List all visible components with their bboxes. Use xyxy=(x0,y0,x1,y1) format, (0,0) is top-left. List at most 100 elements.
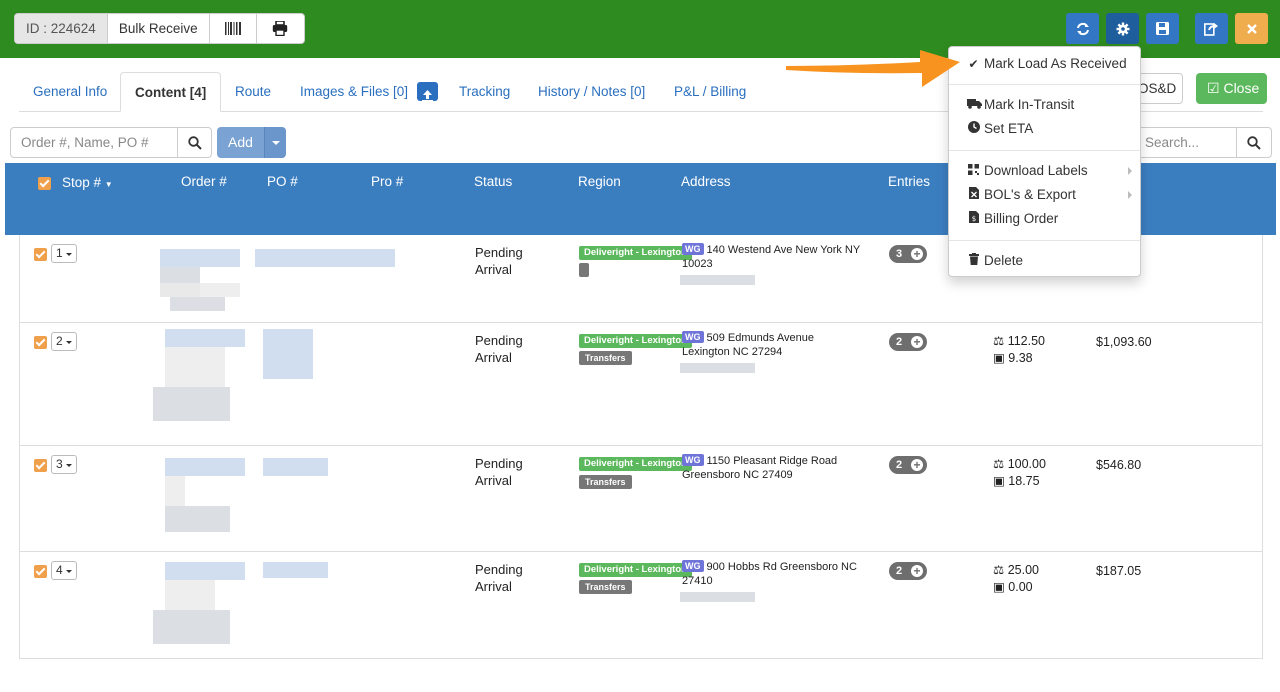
redacted-order xyxy=(165,476,185,506)
stop-dropdown[interactable]: 3 xyxy=(51,455,77,474)
menu-delete[interactable]: Delete xyxy=(967,253,1023,268)
trash-icon xyxy=(967,253,980,268)
header-stop-sort[interactable]: Stop # ▼ xyxy=(62,175,113,190)
right-search-button[interactable] xyxy=(1236,127,1272,158)
balance-scale-icon: ⚖ xyxy=(993,334,1005,348)
balance-scale-icon: ⚖ xyxy=(993,563,1005,577)
redacted-po xyxy=(263,458,328,476)
address-text: WG 509 Edmunds Avenue Lexington NC 27294 xyxy=(682,331,814,358)
header-status[interactable]: Status xyxy=(474,174,512,189)
menu-billing-order[interactable]: $ Billing Order xyxy=(967,211,1058,226)
close-button-label: Close xyxy=(1223,80,1260,96)
tab-route[interactable]: Route xyxy=(235,72,271,112)
header-order[interactable]: Order # xyxy=(181,174,227,189)
entries-badge[interactable]: 2 xyxy=(889,333,927,351)
header-po[interactable]: PO # xyxy=(267,174,298,189)
bulk-receive-button[interactable]: Bulk Receive xyxy=(108,14,210,43)
tab-tracking[interactable]: Tracking xyxy=(459,72,510,112)
tab-pl-billing[interactable]: P&L / Billing xyxy=(674,72,746,112)
row-checkbox[interactable] xyxy=(34,336,47,349)
tab-general-info[interactable]: General Info xyxy=(33,72,107,112)
upload-icon[interactable] xyxy=(416,81,438,102)
redacted-phone xyxy=(680,275,755,285)
region-badge: Deliveright - Lexington xyxy=(579,457,692,471)
wg-badge: WG xyxy=(682,331,704,343)
caret-down-icon: ▼ xyxy=(104,180,113,189)
amount-text: $187.05 xyxy=(1096,564,1142,578)
entries-badge[interactable]: 2 xyxy=(889,562,927,580)
menu-mark-in-transit[interactable]: Mark In-Transit xyxy=(967,97,1074,112)
balance-scale-icon: ⚖ xyxy=(993,457,1005,471)
header-entries[interactable]: Entries xyxy=(888,174,930,189)
menu-download-labels[interactable]: Download Labels xyxy=(967,163,1142,178)
search-icon xyxy=(1247,135,1261,150)
share-button[interactable] xyxy=(1195,13,1228,44)
redacted-order xyxy=(160,249,240,267)
header-pro[interactable]: Pro # xyxy=(371,174,403,189)
redacted-order xyxy=(153,610,230,644)
close-button[interactable]: ☑ Close xyxy=(1196,73,1267,104)
table-row: 4 Pending Arrival Deliveright - Lexington… xyxy=(20,552,1262,658)
region-sub-badge: Transfers xyxy=(579,475,632,489)
amount-text: $546.80 xyxy=(1096,458,1142,472)
close-icon xyxy=(1246,23,1257,34)
redacted-phone xyxy=(680,592,755,602)
menu-mark-load-received[interactable]: ✔ Mark Load As Received xyxy=(967,56,1126,71)
tab-history-notes[interactable]: History / Notes [0] xyxy=(538,72,645,112)
header-stop-label: Stop # xyxy=(62,175,102,190)
redacted-order xyxy=(165,562,245,580)
settings-button[interactable] xyxy=(1106,13,1139,44)
right-search-input[interactable]: Search... xyxy=(1135,127,1237,158)
tab-images-files[interactable]: Images & Files [0] xyxy=(300,72,438,112)
chevron-right-icon xyxy=(1128,190,1132,199)
stop-dropdown[interactable]: 1 xyxy=(51,244,77,263)
redacted-order xyxy=(165,458,245,476)
tab-images-files-label: Images & Files [0] xyxy=(300,84,409,99)
region-sub-badge: Transfers xyxy=(579,351,632,365)
address-text: WG 140 Westend Ave New York NY 10023 xyxy=(682,243,860,270)
redacted-order xyxy=(165,580,215,610)
redacted-po xyxy=(263,329,313,379)
cube-icon: ▣ xyxy=(993,474,1005,488)
order-search-button[interactable] xyxy=(177,127,212,158)
entries-badge[interactable]: 2 xyxy=(889,456,927,474)
header-region[interactable]: Region xyxy=(578,174,621,189)
redacted-order xyxy=(160,283,240,297)
menu-set-eta[interactable]: Set ETA xyxy=(967,121,1033,136)
region-badge: Deliveright - Lexington xyxy=(579,246,692,260)
chevron-right-icon xyxy=(1128,166,1132,175)
row-checkbox[interactable] xyxy=(34,565,47,578)
row-checkbox[interactable] xyxy=(34,459,47,472)
add-button[interactable]: Add xyxy=(217,127,264,158)
print-button[interactable] xyxy=(257,14,304,43)
save-button[interactable] xyxy=(1146,13,1179,44)
redacted-order xyxy=(165,329,245,347)
status-text: Pending Arrival xyxy=(475,562,523,594)
table-row: 2 Pending Arrival Deliveright - Lexington… xyxy=(20,323,1262,446)
gear-icon xyxy=(1116,22,1129,35)
menu-bols-export[interactable]: BOL's & Export xyxy=(967,187,1142,202)
tab-content[interactable]: Content [4] xyxy=(120,72,222,112)
region-badge: Deliveright - Lexington xyxy=(579,334,692,348)
address-text: WG 900 Hobbs Rd Greensboro NC 27410 xyxy=(682,560,857,587)
redacted-order xyxy=(165,347,225,387)
status-text: Pending Arrival xyxy=(475,245,523,277)
region-sub-badge: Transfers xyxy=(579,580,632,594)
barcode-button[interactable] xyxy=(210,14,257,43)
stop-dropdown[interactable]: 4 xyxy=(51,561,77,580)
share-icon xyxy=(1204,22,1218,36)
refresh-button[interactable] xyxy=(1066,13,1099,44)
entries-badge[interactable]: 3 xyxy=(889,245,927,263)
header-address[interactable]: Address xyxy=(681,174,731,189)
select-all-checkbox[interactable] xyxy=(38,177,51,190)
status-text: Pending Arrival xyxy=(475,456,523,488)
status-text: Pending Arrival xyxy=(475,333,523,365)
row-checkbox[interactable] xyxy=(34,248,47,261)
order-search-input[interactable] xyxy=(10,127,178,158)
barcode-icon xyxy=(224,22,241,35)
redacted-order xyxy=(170,297,225,311)
close-load-button[interactable] xyxy=(1235,13,1268,44)
add-dropdown-toggle[interactable] xyxy=(264,127,286,158)
stop-dropdown[interactable]: 2 xyxy=(51,332,77,351)
redacted-order xyxy=(153,387,230,421)
